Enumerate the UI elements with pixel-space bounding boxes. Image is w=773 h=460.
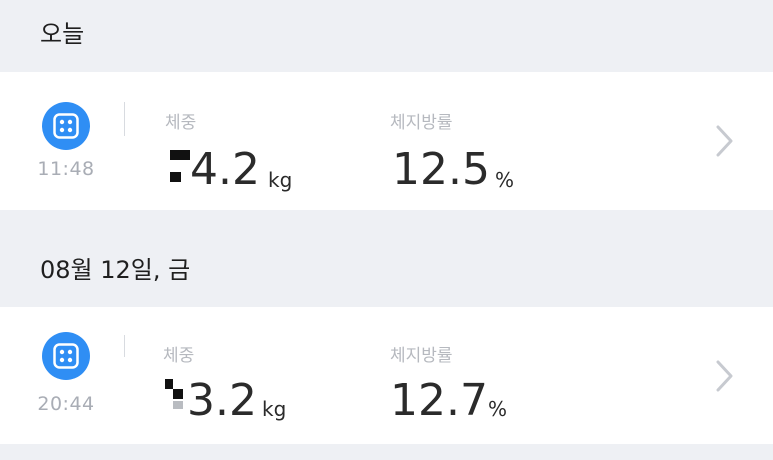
redaction-block [173, 389, 183, 399]
chevron-right-icon[interactable] [712, 121, 738, 161]
scale-icon [42, 332, 90, 380]
measurement-time: 11:48 [37, 158, 95, 180]
redaction-block [170, 150, 190, 160]
weight-label: 체중 [165, 113, 197, 133]
body-fat-unit: % [495, 168, 515, 192]
scale-icon [42, 102, 90, 150]
measurement-card[interactable]: 11:48 체중 4.2 kg 체지방률 12.5 % [0, 72, 773, 210]
redaction-block [173, 401, 183, 409]
redaction-block [170, 172, 181, 182]
weight-value: 4.2 [190, 144, 260, 195]
body-fat-value: 12.7 [390, 375, 488, 426]
vertical-divider [124, 102, 125, 136]
weight-unit: kg [262, 397, 287, 421]
body-fat-label: 체지방률 [390, 346, 453, 366]
section-title: 오늘 [40, 20, 85, 48]
section-title: 08월 12일, 금 [40, 256, 191, 284]
measurement-card[interactable]: 20:44 체중 3.2 kg 체지방률 12.7 % [0, 307, 773, 444]
vertical-divider [124, 335, 125, 357]
body-fat-value: 12.5 [392, 144, 490, 195]
section-header-date: 08월 12일, 금 [0, 258, 773, 282]
redaction-block [165, 379, 173, 389]
weight-label: 체중 [163, 346, 195, 366]
body-fat-unit: % [488, 397, 508, 421]
weight-value: 3.2 [187, 375, 257, 426]
measurement-time: 20:44 [37, 393, 95, 415]
section-header-today: 오늘 [0, 22, 773, 46]
card-divider [110, 206, 192, 210]
chevron-right-icon[interactable] [712, 356, 738, 396]
weight-unit: kg [268, 168, 293, 192]
body-fat-label: 체지방률 [390, 113, 453, 133]
